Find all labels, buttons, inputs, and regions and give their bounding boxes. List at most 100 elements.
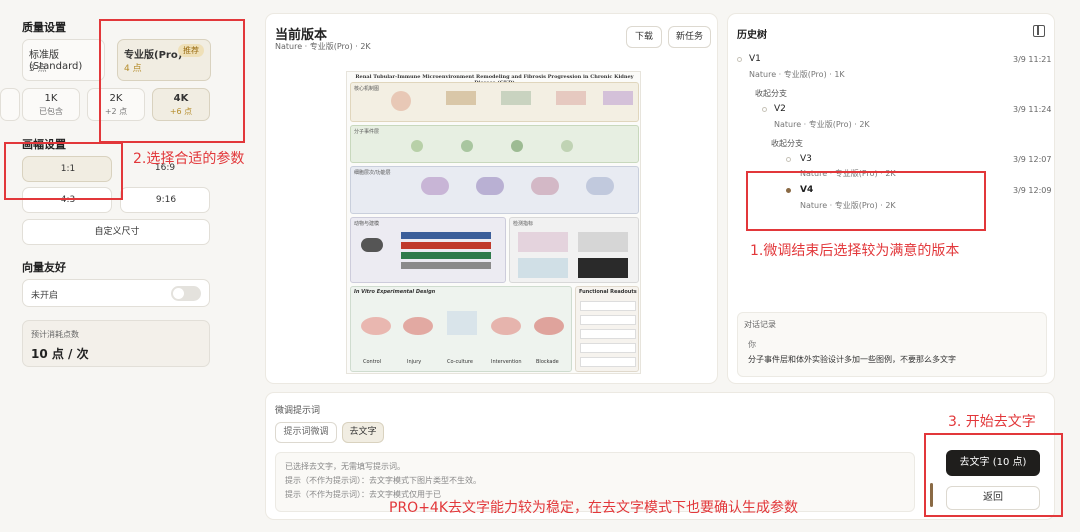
invitro-label-control: Control xyxy=(363,359,382,365)
cost-estimate-label: 预计消耗点数 xyxy=(31,330,79,339)
readout-3 xyxy=(580,329,636,339)
figure-group-3 xyxy=(401,252,491,259)
mouse-icon xyxy=(361,238,383,252)
figure-detection-metrics: 检测指标 xyxy=(509,217,639,283)
vector-friendly-row: 未开启 xyxy=(22,279,210,307)
vector-friendly-toggle[interactable] xyxy=(171,286,201,301)
invitro-label-intervention: Intervention xyxy=(491,359,522,365)
resolution-1k-label: 1K xyxy=(44,93,58,104)
figure-section-3-label: 细胞层次/功能层 xyxy=(354,170,391,176)
figure-stain-1 xyxy=(518,232,568,252)
collapse-panel-icon[interactable] xyxy=(1033,25,1045,37)
figure-step-4 xyxy=(556,91,586,105)
generated-figure[interactable]: Renal Tubular-Immune Microenvironment Re… xyxy=(346,71,641,374)
dialog-record-box: 对话记录 你 分子事件层和体外实验设计多加一些图例，不要那么多文字 xyxy=(737,312,1047,377)
figure-animal-model: 动物与建模 xyxy=(350,217,506,283)
aspect-9-16-option[interactable]: 9:16 xyxy=(120,187,210,213)
node-v2-dot xyxy=(762,107,767,112)
figure-molecule-3 xyxy=(511,140,523,152)
figure-step-2 xyxy=(446,91,476,105)
figure-section-5b-label: Functional Readouts xyxy=(579,289,637,295)
figure-group-4 xyxy=(401,262,491,269)
culture-dish-4 xyxy=(534,317,564,335)
figure-section-4-label: 动物与建模 xyxy=(354,221,380,227)
new-task-button[interactable]: 新任务 xyxy=(668,26,711,48)
aspect-9-16-label: 9:16 xyxy=(155,195,177,205)
figure-molecular-events: 分子事件层 xyxy=(350,125,639,163)
figure-molecule-4 xyxy=(561,140,573,152)
figure-core-mechanism: 核心机制图 xyxy=(350,82,639,122)
collapse-branch-1[interactable]: 收起分支 xyxy=(755,88,787,99)
annotation-note: PRO+4K去文字能力较为稳定，在去文字模式下也要确认生成参数 xyxy=(389,500,799,516)
node-v1-meta: Nature · 专业版(Pro) · 1K xyxy=(749,70,845,79)
figure-step-5 xyxy=(603,91,633,105)
current-version-meta: Nature · 专业版(Pro) · 2K xyxy=(275,42,371,51)
figure-cellular-layer: 细胞层次/功能层 xyxy=(350,166,639,214)
invitro-label-blockade: Blockade xyxy=(536,359,559,365)
dialog-record-title: 对话记录 xyxy=(744,320,776,329)
history-tree-title: 历史树 xyxy=(737,30,767,41)
dialog-message: 分子事件层和体外实验设计多加一些图例，不要那么多文字 xyxy=(748,355,956,364)
kidney-icon xyxy=(391,91,411,111)
annotation-box-version xyxy=(746,171,986,231)
figure-section-4b-label: 检测指标 xyxy=(513,221,534,227)
resolution-edge-card xyxy=(0,88,20,121)
node-v1-label[interactable]: V1 xyxy=(749,54,761,64)
figure-functional-readouts: Functional Readouts xyxy=(575,286,639,372)
figure-cell-4 xyxy=(586,177,614,195)
culture-dish-2 xyxy=(403,317,433,335)
annotation-box-submit xyxy=(924,433,1063,517)
annotation-box-aspect xyxy=(4,142,123,200)
figure-in-vitro-design: In Vitro Experimental Design Control Inj… xyxy=(350,286,572,372)
toggle-knob xyxy=(173,288,184,299)
node-v3-dot xyxy=(786,157,791,162)
custom-size-button[interactable]: 自定义尺寸 xyxy=(22,219,210,245)
vector-friendly-title: 向量友好 xyxy=(22,261,66,274)
node-v4-time: 3/9 12:09 xyxy=(1013,186,1052,195)
readout-4 xyxy=(580,343,636,353)
figure-step-3 xyxy=(501,91,531,105)
figure-cell-3 xyxy=(531,177,559,195)
figure-stain-2 xyxy=(578,232,628,252)
node-v1-dot xyxy=(737,57,742,62)
figure-group-1 xyxy=(401,232,491,239)
quality-standard-card[interactable]: 标准版(Standard) 3 点 xyxy=(22,39,105,81)
vector-friendly-status: 未开启 xyxy=(31,291,59,301)
figure-stain-3 xyxy=(518,258,568,278)
figure-section-5-label: In Vitro Experimental Design xyxy=(354,289,436,295)
current-version-panel: 当前版本 Nature · 专业版(Pro) · 2K 下载 新任务 Renal… xyxy=(265,13,718,384)
figure-cell-2 xyxy=(476,177,504,195)
annotation-step-3: 3. 开始去文字 xyxy=(948,414,1036,430)
prompt-info-line-1: 已选择去文字，无需填写提示词。 xyxy=(285,462,405,471)
download-button[interactable]: 下载 xyxy=(626,26,662,48)
annotation-step-1: 1.微调结束后选择较为满意的版本 xyxy=(750,243,960,259)
invitro-label-coculture: Co-culture xyxy=(447,359,473,365)
readout-2 xyxy=(580,315,636,325)
resolution-1k-cost: 已包含 xyxy=(39,107,63,116)
node-v2-label[interactable]: V2 xyxy=(774,104,786,114)
prompt-tuning-label: 微调提示词 xyxy=(275,406,321,416)
cost-estimate-card: 预计消耗点数 10 点 / 次 xyxy=(22,320,210,367)
figure-molecule-1 xyxy=(411,140,423,152)
collapse-panel-icon-bar xyxy=(1037,26,1039,35)
culture-dish-3 xyxy=(491,317,521,335)
readout-1 xyxy=(580,301,636,311)
custom-size-label: 自定义尺寸 xyxy=(94,227,140,237)
dialog-speaker: 你 xyxy=(748,340,756,349)
figure-section-1-label: 核心机制图 xyxy=(354,86,380,92)
culture-dish-1 xyxy=(361,317,391,335)
collapse-branch-2[interactable]: 收起分支 xyxy=(771,138,803,149)
transwell-insert xyxy=(447,311,477,335)
prompt-info-line-2: 提示（不作为提示词）：去文字模式下图片类型不生效。 xyxy=(285,476,481,485)
figure-group-2 xyxy=(401,242,491,249)
resolution-1k-card[interactable]: 1K 已包含 xyxy=(22,88,80,121)
quality-standard-cost: 3 点 xyxy=(29,64,47,74)
annotation-box-quality xyxy=(99,19,245,143)
tab-prompt-tuning[interactable]: 提示词微调 xyxy=(275,422,337,443)
tab-remove-text[interactable]: 去文字 xyxy=(342,422,384,443)
node-v1-time: 3/9 11:21 xyxy=(1013,55,1052,64)
node-v3-label[interactable]: V3 xyxy=(800,154,812,164)
cost-estimate-value: 10 点 / 次 xyxy=(31,347,89,361)
figure-cell-1 xyxy=(421,177,449,195)
figure-stain-4 xyxy=(578,258,628,278)
